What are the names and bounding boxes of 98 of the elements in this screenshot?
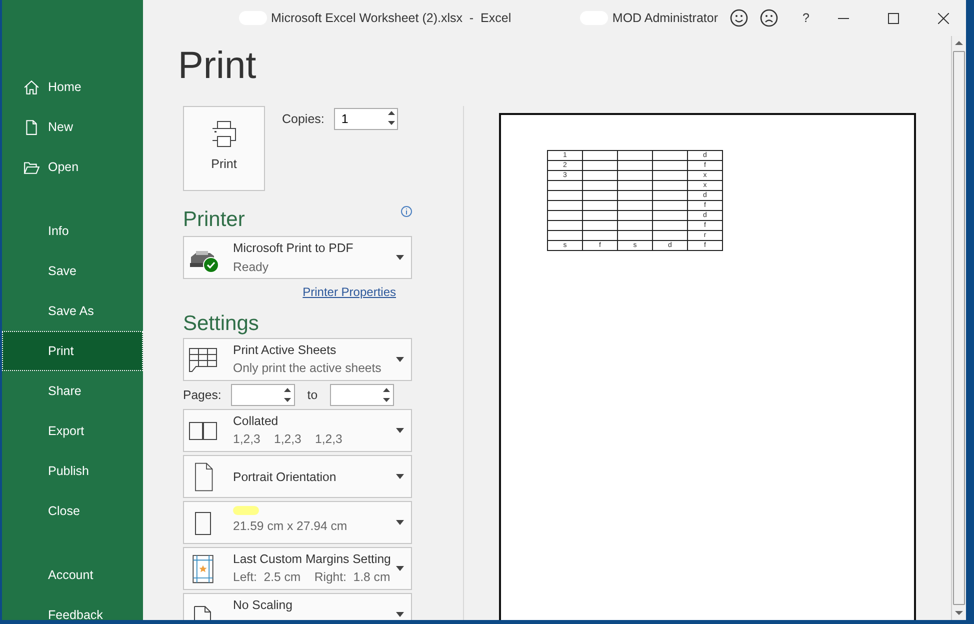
sidebar-item[interactable]: Save — [2, 251, 143, 291]
sidebar-item[interactable]: Account — [2, 555, 143, 595]
sidebar-item[interactable]: Info — [2, 211, 143, 251]
sidebar-item[interactable]: Open — [2, 147, 143, 187]
sidebar-item[interactable]: Home — [2, 67, 143, 107]
setting-dropdown[interactable]: 21.59 cm x 27.94 cm — [183, 501, 412, 544]
sidebar-item[interactable]: Close — [2, 491, 143, 531]
table-cell — [548, 230, 582, 240]
page-heading: Print — [178, 44, 258, 88]
table-cell — [652, 170, 688, 180]
printer-name: Microsoft Print to PDF — [233, 241, 354, 255]
dropdown-caret-icon — [396, 428, 404, 433]
setting-dropdown[interactable]: Last Custom Margins Setting Left: 2.5 cm Right: 1.8 cm — [183, 547, 412, 590]
maximize-icon — [888, 12, 898, 24]
copies-label: Copies: — [282, 112, 324, 126]
setting-detail: 1,2,3 1,2,3 1,2,3 — [233, 432, 342, 446]
table-cell — [582, 210, 618, 220]
table-cell — [582, 220, 618, 230]
window-title: Microsoft Excel Worksheet (2).xlsx - Excel — [271, 11, 512, 25]
table-cell — [582, 230, 618, 240]
setting-title: Print Active Sheets — [233, 343, 338, 357]
table-cell — [652, 230, 688, 240]
sidebar-item[interactable]: Export — [2, 411, 143, 451]
table-cell — [548, 180, 582, 190]
table-cell — [548, 190, 582, 200]
smiley-icon[interactable] — [730, 9, 748, 27]
spinner-arrows-icon[interactable] — [388, 110, 396, 126]
table-cell — [582, 180, 618, 190]
sidebar-item[interactable]: Publish — [2, 451, 143, 491]
sidebar-item[interactable]: New — [2, 107, 143, 147]
table-cell — [582, 190, 618, 200]
table-cell — [652, 210, 688, 220]
setting-dropdown[interactable]: Print Active Sheets Only print the active sheets — [183, 338, 412, 381]
printer-dropdown[interactable]: Microsoft Print to PDF Ready — [183, 236, 412, 279]
setting-title: Portrait Orientation — [233, 470, 336, 484]
table-cell — [652, 190, 688, 200]
table-cell — [652, 160, 688, 170]
page-to-field[interactable] — [330, 384, 394, 406]
home-icon — [23, 79, 40, 96]
to-label: to — [307, 388, 318, 402]
section-heading: Printer — [183, 207, 245, 233]
dropdown-caret-icon — [396, 566, 404, 571]
sidebar-item[interactable]: Save As — [2, 291, 143, 331]
table-cell — [582, 150, 618, 160]
setting-title: Last Custom Margins Setting — [233, 552, 391, 566]
table-cell — [618, 150, 652, 160]
close-icon — [938, 12, 948, 24]
table-cell — [582, 200, 618, 210]
setting-dropdown[interactable]: No Scaling — [183, 593, 412, 620]
scrollbar[interactable] — [951, 36, 966, 620]
dropdown-caret-icon — [396, 520, 404, 525]
table-cell — [618, 180, 652, 190]
user-name: MOD Administrator — [612, 11, 718, 25]
grid-sheet-icon — [188, 345, 218, 375]
setting-dropdown[interactable]: Collated 1,2,3 1,2,3 1,2,3 — [183, 409, 412, 452]
frown-icon[interactable] — [760, 9, 778, 27]
setting-detail: 21.59 cm x 27.94 cm — [233, 519, 348, 533]
print-button[interactable]: Print — [183, 106, 265, 191]
table-cell — [548, 220, 582, 230]
table-cell — [582, 160, 618, 170]
table-cell — [652, 220, 688, 230]
printer-status: Ready — [233, 260, 270, 274]
dropdown-caret-icon — [396, 474, 404, 479]
table-cell — [618, 190, 652, 200]
copies-field[interactable]: 1 — [334, 108, 398, 130]
table-cell — [618, 200, 652, 210]
section-heading: Settings — [183, 311, 259, 337]
page-from-field[interactable] — [231, 384, 296, 406]
table-cell — [548, 200, 582, 210]
setting-detail: Only print the active sheets — [233, 361, 382, 375]
setting-title: No Scaling — [233, 598, 292, 612]
table-cell — [582, 170, 618, 180]
table-cell — [618, 160, 652, 170]
table-cell — [618, 230, 652, 240]
dropdown-caret-icon — [396, 357, 404, 362]
table-cell — [652, 180, 688, 190]
table-cell — [548, 210, 582, 220]
sidebar-item[interactable]: Share — [2, 371, 143, 411]
sidebar-item[interactable]: Print — [2, 331, 143, 371]
pages-label: Pages: — [183, 388, 222, 402]
setting-detail: Left: 2.5 cm Right: 1.8 cm — [233, 570, 391, 584]
setting-dropdown[interactable]: Portrait Orientation — [183, 455, 412, 498]
spinner-arrows-icon[interactable] — [382, 387, 390, 403]
help-button[interactable]: ? — [796, 11, 816, 25]
sidebar-item[interactable]: Feedback — [2, 595, 143, 620]
setting-title: Collated — [233, 414, 280, 428]
table-cell — [652, 200, 688, 210]
dropdown-caret-icon — [396, 255, 404, 260]
table-cell — [618, 170, 652, 180]
info-icon[interactable] — [401, 206, 412, 217]
folder-icon — [23, 159, 40, 176]
dropdown-caret-icon — [396, 612, 404, 617]
printer-properties-link[interactable]: Printer Properties — [302, 285, 396, 299]
spinner-arrows-icon[interactable] — [284, 387, 292, 403]
table-cell — [618, 220, 652, 230]
table-cell — [652, 150, 688, 160]
table-cell — [618, 210, 652, 220]
document-icon — [23, 119, 40, 136]
